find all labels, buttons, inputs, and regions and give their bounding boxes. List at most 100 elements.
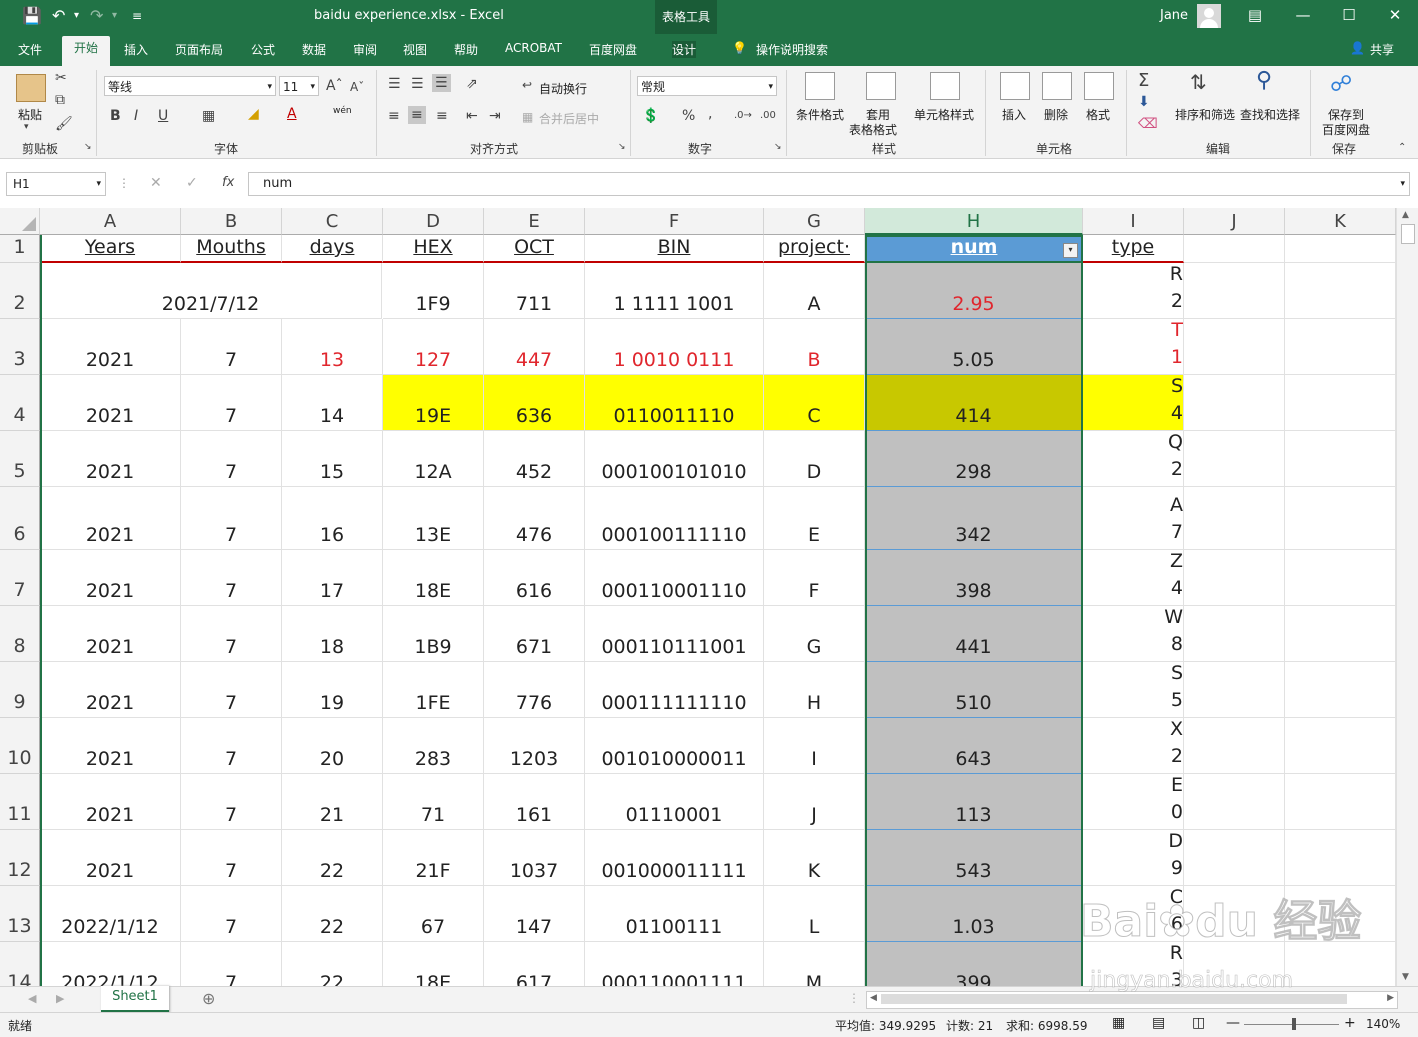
cell-d[interactable]: 127	[383, 319, 484, 375]
cell-e[interactable]: 447	[484, 319, 585, 375]
comma-icon[interactable]: ,	[708, 106, 712, 122]
cell-days[interactable]: 15	[282, 431, 383, 487]
cell[interactable]	[1285, 662, 1396, 718]
cell-years[interactable]: 2021	[40, 774, 181, 830]
conditional-formatting-button[interactable]: 条件格式	[796, 106, 844, 123]
cell-d[interactable]: 18E	[383, 942, 484, 986]
number-format-select[interactable]: 常规 ▾	[637, 76, 777, 96]
cell-days[interactable]: 22	[282, 886, 383, 942]
increase-indent-icon[interactable]: ⇥	[489, 108, 501, 124]
cell-d[interactable]: 13E	[383, 487, 484, 550]
cell-days[interactable]: 18	[282, 606, 383, 662]
tab-data[interactable]: 数据	[302, 41, 326, 58]
cell[interactable]	[1285, 550, 1396, 606]
scroll-up-icon[interactable]: ▲	[1402, 210, 1409, 220]
tab-review[interactable]: 审阅	[353, 41, 377, 58]
paste-dropdown-icon[interactable]: ▾	[24, 122, 29, 132]
cell-g[interactable]: L	[764, 886, 865, 942]
cell-type[interactable]: C6	[1083, 886, 1184, 942]
phonetic-icon[interactable]: wén	[333, 106, 352, 116]
cell-g[interactable]: F	[764, 550, 865, 606]
cell-years[interactable]: 2021	[40, 662, 181, 718]
increase-font-icon[interactable]: Aˆ	[326, 78, 343, 94]
align-left-icon[interactable]: ≡	[388, 108, 400, 124]
horizontal-scrollbar[interactable]: ◀ ▶	[866, 991, 1398, 1009]
cell-mouths[interactable]: 7	[181, 774, 282, 830]
tab-formulas[interactable]: 公式	[251, 41, 275, 58]
find-select-button[interactable]: 查找和选择	[1240, 106, 1300, 123]
sheet-tab-sheet1[interactable]: Sheet1	[101, 986, 169, 1013]
header-cell-f[interactable]: BIN	[585, 235, 764, 263]
normal-view-icon[interactable]: ▦	[1112, 1015, 1125, 1031]
vertical-scrollbar[interactable]: ▲ ▼	[1396, 208, 1418, 986]
wrap-text-button[interactable]: 自动换行	[539, 80, 587, 97]
clear-icon[interactable]: ⌫	[1138, 116, 1158, 132]
cell-mouths[interactable]: 7	[181, 942, 282, 986]
column-header-h[interactable]: H	[865, 208, 1083, 235]
cell-mouths[interactable]: 7	[181, 550, 282, 606]
cell-d[interactable]: 71	[383, 774, 484, 830]
zoom-out-icon[interactable]: —	[1226, 1015, 1240, 1031]
cell-g[interactable]: K	[764, 830, 865, 886]
cell-mouths[interactable]: 7	[181, 718, 282, 774]
decrease-decimal-icon[interactable]: .00	[760, 110, 776, 121]
row-header[interactable]: 8	[0, 606, 40, 662]
cell-type[interactable]: Q2	[1083, 431, 1184, 487]
cell-d[interactable]: 1F9	[383, 263, 484, 319]
cell-mouths[interactable]: 7	[181, 319, 282, 375]
cell-f[interactable]: 1 0010 0111	[585, 319, 764, 375]
column-header-d[interactable]: D	[383, 208, 484, 235]
cell-mouths[interactable]: 7	[181, 662, 282, 718]
header-cell-g[interactable]: project·	[764, 235, 865, 263]
scroll-down-icon[interactable]: ▼	[1402, 972, 1409, 982]
cell[interactable]	[1184, 375, 1285, 431]
format-cells-button[interactable]: 格式	[1086, 106, 1110, 123]
tab-insert[interactable]: 插入	[124, 41, 148, 58]
maximize-icon[interactable]: ☐	[1334, 6, 1364, 24]
tab-help[interactable]: 帮助	[454, 41, 478, 58]
insert-function-icon[interactable]: fx	[222, 175, 234, 190]
cell-mouths[interactable]: 7	[181, 830, 282, 886]
cell[interactable]	[1184, 431, 1285, 487]
cell-f[interactable]: 0110011110	[585, 375, 764, 431]
cell-e[interactable]: 476	[484, 487, 585, 550]
align-top-icon[interactable]: ☰	[388, 76, 401, 92]
tab-design[interactable]: 设计	[672, 41, 697, 58]
cell[interactable]	[1285, 718, 1396, 774]
cell-f[interactable]: 1 1111 1001	[585, 263, 764, 319]
zoom-slider-thumb[interactable]	[1292, 1018, 1296, 1030]
underline-icon[interactable]: U	[158, 108, 168, 124]
tab-split-icon[interactable]: ⋮	[848, 991, 860, 1005]
format-painter-icon[interactable]: 🖌	[55, 116, 73, 132]
cell-d[interactable]: 19E	[383, 375, 484, 431]
row-header[interactable]: 9	[0, 662, 40, 718]
cell[interactable]	[1184, 606, 1285, 662]
cell-type[interactable]: R3	[1083, 942, 1184, 986]
header-cell-e[interactable]: OCT	[484, 235, 585, 263]
cell-type[interactable]: A7	[1083, 487, 1184, 550]
cell-years[interactable]: 2022/1/12	[40, 942, 181, 986]
font-size-select[interactable]: 11 ▾	[279, 76, 319, 96]
cell-e[interactable]: 1037	[484, 830, 585, 886]
cell[interactable]	[1184, 263, 1285, 319]
border-icon[interactable]: ▦	[202, 108, 215, 124]
insert-cells-icon[interactable]	[1000, 72, 1030, 100]
cell-days[interactable]: 13	[282, 319, 383, 375]
redo-icon[interactable]: ↷	[90, 6, 103, 25]
cell-days[interactable]: 22	[282, 942, 383, 986]
cell[interactable]	[1184, 830, 1285, 886]
cell-num[interactable]: 2.95	[865, 263, 1083, 319]
font-name-select[interactable]: 等线 ▾	[104, 76, 276, 96]
horizontal-scroll-thumb[interactable]	[881, 994, 1347, 1004]
cell-years[interactable]: 2021	[40, 606, 181, 662]
cell-g[interactable]: J	[764, 774, 865, 830]
cell-d[interactable]: 18E	[383, 550, 484, 606]
page-layout-view-icon[interactable]: ▤	[1152, 1015, 1165, 1031]
cell[interactable]	[1285, 235, 1396, 263]
row-header[interactable]: 6	[0, 487, 40, 550]
cell-num[interactable]: 1.03	[865, 886, 1083, 942]
cell-f[interactable]: 000100101010	[585, 431, 764, 487]
percent-icon[interactable]: %	[682, 108, 695, 124]
enter-icon[interactable]: ✓	[186, 175, 198, 191]
cancel-icon[interactable]: ✕	[150, 175, 162, 191]
